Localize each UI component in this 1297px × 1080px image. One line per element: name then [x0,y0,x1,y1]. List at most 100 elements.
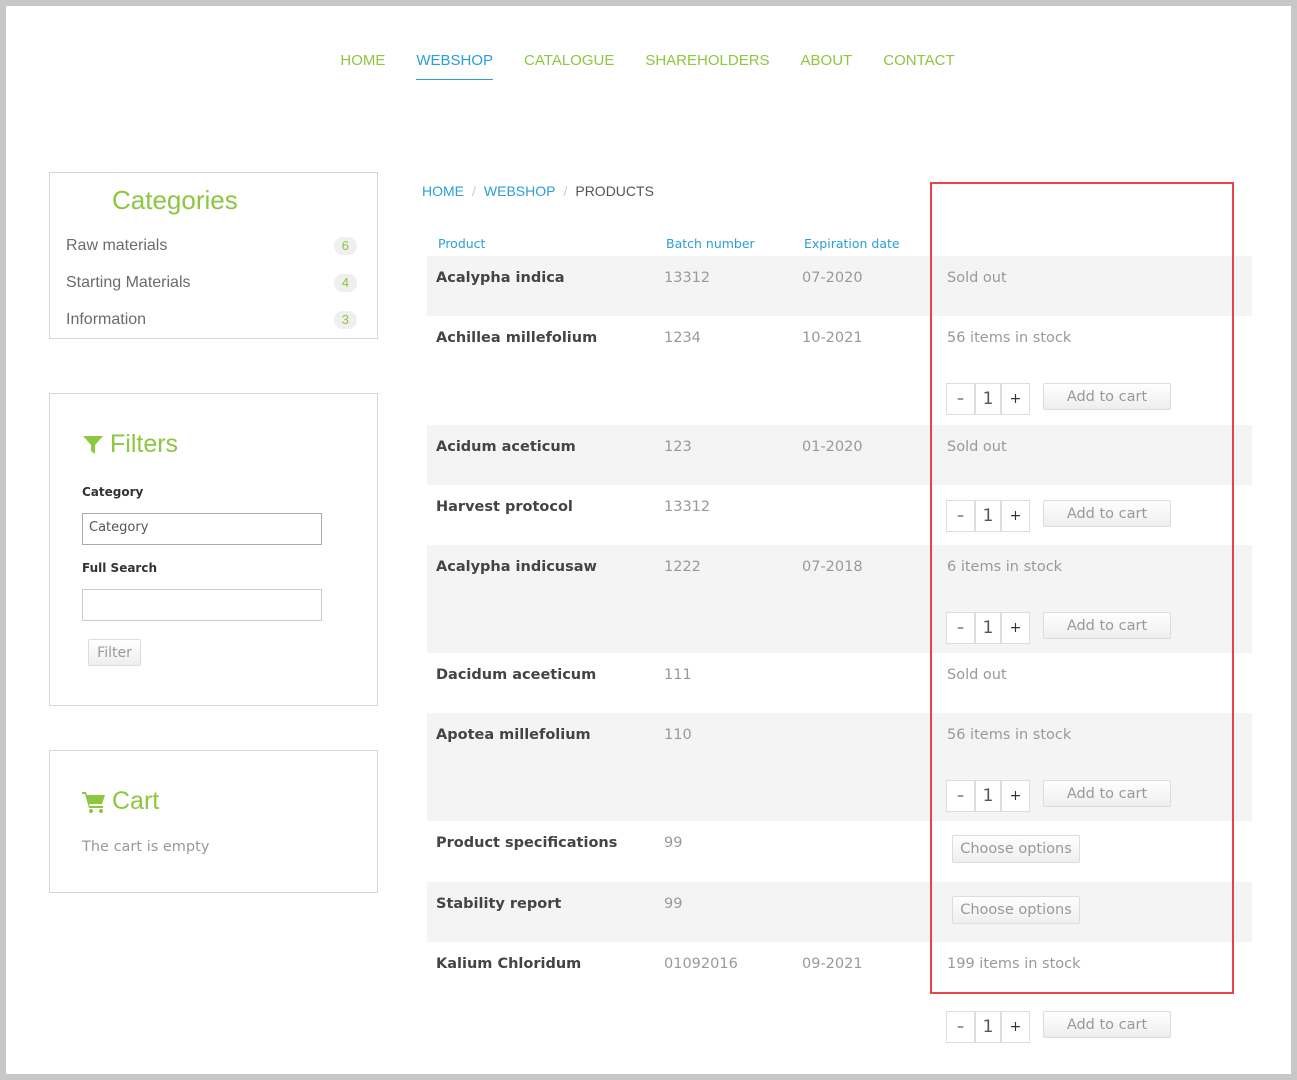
product-name[interactable]: Kalium Chloridum [436,956,581,972]
quantity-stepper: –1 + [946,383,1030,415]
add-to-cart-button[interactable]: Add to cart [1043,500,1171,527]
full-search-label: Full Search [82,561,157,575]
batch-number: 01092016 [664,956,738,972]
nav-about[interactable]: ABOUT [801,52,853,80]
expiration-date: 09-2021 [802,956,863,972]
category-starting-materials[interactable]: Starting Materials 4 [66,274,357,292]
filters-panel: Filters Category Category Full Search Fi… [49,393,378,706]
column-expiration: Expiration date [804,236,900,251]
category-information[interactable]: Information 3 [66,311,357,329]
choose-options-button[interactable]: Choose options [952,896,1080,924]
increase-button[interactable]: + [1001,383,1030,415]
quantity-input[interactable]: 1 [975,500,1001,532]
category-count: 4 [333,274,357,292]
quantity-stepper: –1 + [946,780,1030,812]
quantity-input[interactable]: 1 [975,780,1001,812]
products-table: Acalypha indica 13312 07-2020 Sold out Ac… [427,256,1252,1052]
product-name[interactable]: Apotea millefolium [436,727,591,743]
increase-button[interactable]: + [1001,612,1030,644]
table-row: Acalypha indica 13312 07-2020 Sold out [427,256,1252,316]
batch-number: 1234 [664,330,701,346]
table-row: Dacidum aceeticum 111 Sold out [427,653,1252,713]
nav-catalogue[interactable]: CATALOGUE [524,52,614,80]
table-row: Acalypha indicusaw 1222 07-2018 6 items … [427,545,1252,653]
product-name[interactable]: Acalypha indicusaw [436,559,597,575]
product-name[interactable]: Dacidum aceeticum [436,667,596,683]
batch-number: 110 [664,727,692,743]
breadcrumb: HOME / WEBSHOP / PRODUCTS [422,183,654,199]
batch-number: 13312 [664,499,711,515]
expiration-date: 10-2021 [802,330,863,346]
cart-empty-text: The cart is empty [82,839,210,855]
decrease-button[interactable]: – [946,1011,975,1043]
nav-shareholders[interactable]: SHAREHOLDERS [645,52,769,80]
nav-home[interactable]: HOME [340,52,385,80]
breadcrumb-home[interactable]: HOME [422,183,464,199]
batch-number: 99 [664,835,683,851]
quantity-input[interactable]: 1 [975,383,1001,415]
add-to-cart-button[interactable]: Add to cart [1043,780,1171,807]
main-nav: HOME WEBSHOP CATALOGUE SHAREHOLDERS ABOU… [6,52,1291,80]
nav-contact[interactable]: CONTACT [883,52,954,80]
product-name[interactable]: Product specifications [436,835,617,851]
stock-status: 56 items in stock [947,727,1072,743]
batch-number: 99 [664,896,683,912]
decrease-button[interactable]: – [946,612,975,644]
categories-panel: Categories Raw materials 6 Starting Mater… [49,172,378,339]
batch-number: 123 [664,439,692,455]
stock-status: Sold out [947,439,1007,455]
increase-button[interactable]: + [1001,780,1030,812]
breadcrumb-products: PRODUCTS [575,183,654,199]
product-name[interactable]: Stability report [436,896,561,912]
stock-status: Sold out [947,270,1007,286]
decrease-button[interactable]: – [946,383,975,415]
product-name[interactable]: Harvest protocol [436,499,573,515]
breadcrumb-webshop[interactable]: WEBSHOP [484,183,556,199]
expiration-date: 07-2018 [802,559,863,575]
table-row: Kalium Chloridum 01092016 09-2021 199 it… [427,942,1252,1052]
full-search-input[interactable] [82,589,322,621]
product-name[interactable]: Acalypha indica [436,270,565,286]
funnel-icon [83,435,103,454]
table-row: Apotea millefolium 110 56 items in stock… [427,713,1252,821]
table-row: Product specifications 99 Choose options [427,821,1252,882]
decrease-button[interactable]: – [946,500,975,532]
stock-status: 56 items in stock [947,330,1072,346]
categories-title: Categories [112,185,238,215]
column-product: Product [438,236,486,251]
filters-title: Filters [110,430,179,458]
batch-number: 111 [664,667,692,683]
column-batch: Batch number [666,236,755,251]
nav-webshop[interactable]: WEBSHOP [416,52,494,80]
product-name[interactable]: Achillea millefolium [436,330,597,346]
category-select[interactable]: Category [82,513,322,545]
product-name[interactable]: Acidum aceticum [436,439,576,455]
filter-button[interactable]: Filter [88,639,141,666]
quantity-input[interactable]: 1 [975,612,1001,644]
stock-status: 199 items in stock [947,956,1081,972]
quantity-input[interactable]: 1 [975,1011,1001,1043]
choose-options-button[interactable]: Choose options [952,835,1080,863]
table-row: Achillea millefolium 1234 10-2021 56 ite… [427,316,1252,425]
quantity-stepper: –1 + [946,1011,1030,1043]
add-to-cart-button[interactable]: Add to cart [1043,383,1171,410]
batch-number: 13312 [664,270,711,286]
table-row: Acidum aceticum 123 01-2020 Sold out [427,425,1252,485]
category-raw-materials[interactable]: Raw materials 6 [66,237,357,255]
expiration-date: 07-2020 [802,270,863,286]
increase-button[interactable]: + [1001,500,1030,532]
quantity-stepper: –1 + [946,612,1030,644]
batch-number: 1222 [664,559,701,575]
category-label: Category [82,485,144,499]
decrease-button[interactable]: – [946,780,975,812]
expiration-date: 01-2020 [802,439,863,455]
add-to-cart-button[interactable]: Add to cart [1043,612,1171,639]
stock-status: Sold out [947,667,1007,683]
table-row: Stability report 99 Choose options [427,882,1252,942]
cart-icon [82,791,105,813]
quantity-stepper: –1 + [946,500,1030,532]
add-to-cart-button[interactable]: Add to cart [1043,1011,1171,1038]
category-count: 6 [333,237,357,255]
stock-status: 6 items in stock [947,559,1063,575]
increase-button[interactable]: + [1001,1011,1030,1043]
